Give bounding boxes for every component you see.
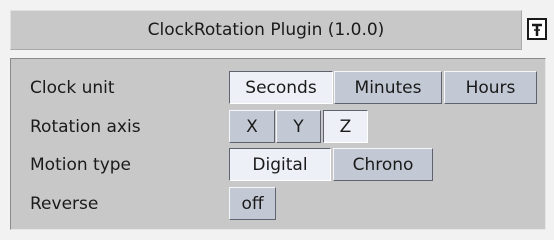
motion-type-digital-button[interactable]: Digital <box>229 148 331 181</box>
reverse-toggle-button[interactable]: off <box>229 187 276 220</box>
motion-type-chrono-button[interactable]: Chrono <box>333 148 433 181</box>
reverse-row: Reverse off <box>11 186 545 222</box>
clock-unit-seconds-button[interactable]: Seconds <box>229 71 333 104</box>
plugin-title: ClockRotation Plugin (1.0.0) <box>147 20 385 40</box>
plugin-title-bar: ClockRotation Plugin (1.0.0) <box>10 10 522 50</box>
rotation-axis-z-button[interactable]: Z <box>323 110 368 143</box>
plugin-tool-icon[interactable] <box>524 12 550 46</box>
rotation-axis-label: Rotation axis <box>30 117 141 137</box>
rotation-axis-x-button[interactable]: X <box>229 110 275 143</box>
clock-unit-hours-button[interactable]: Hours <box>444 71 537 104</box>
reverse-label: Reverse <box>30 194 99 214</box>
clock-unit-minutes-button[interactable]: Minutes <box>334 71 442 104</box>
settings-panel: Clock unit Seconds Minutes Hours Rotatio… <box>10 58 546 230</box>
clock-unit-label: Clock unit <box>30 78 115 98</box>
motion-type-label: Motion type <box>30 155 132 175</box>
rotation-axis-row: Rotation axis X Y Z <box>11 109 545 145</box>
clock-unit-row: Clock unit Seconds Minutes Hours <box>11 70 545 106</box>
motion-type-row: Motion type Digital Chrono <box>11 147 545 183</box>
rotation-axis-y-button[interactable]: Y <box>276 110 321 143</box>
